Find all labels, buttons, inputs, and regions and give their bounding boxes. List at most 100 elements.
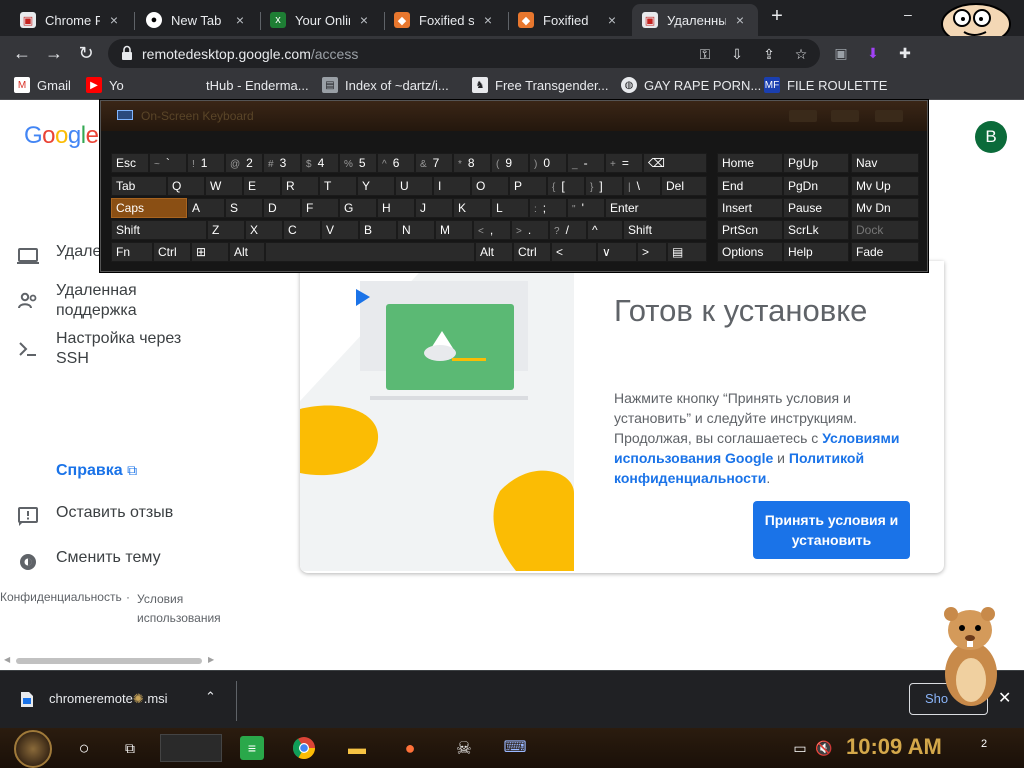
key-l[interactable]: L — [491, 198, 529, 218]
download-item[interactable]: chromeremote✺.msi — [49, 691, 168, 707]
footer-terms-link[interactable]: Условия использования — [137, 590, 227, 628]
key-row3-10[interactable]: :; — [529, 198, 567, 218]
feedback-item[interactable]: Оставить отзыв — [0, 503, 220, 529]
key-del[interactable]: Del — [661, 176, 707, 196]
key-pgdn[interactable]: PgDn — [783, 176, 849, 196]
keyboard-title-bar[interactable]: On-Screen Keyboard — [101, 101, 927, 131]
bookmark-gay[interactable]: ◍ GAY RAPE PORN... — [621, 76, 761, 94]
key-row3-11[interactable]: " ' — [567, 198, 605, 218]
key-n[interactable]: N — [397, 220, 435, 240]
scrollbar-thumb[interactable] — [16, 658, 202, 664]
chevron-up-icon[interactable]: ⌃ — [205, 689, 216, 705]
tab-chrome-remote[interactable]: ▣ Chrome Re × — [10, 4, 132, 36]
key-0[interactable]: ) 0 — [529, 153, 567, 173]
key-insert[interactable]: Insert — [717, 198, 783, 218]
key-home[interactable]: Home — [717, 153, 783, 173]
key-a[interactable]: A — [187, 198, 225, 218]
key-shift[interactable]: Shift — [111, 220, 207, 240]
volume-muted-icon[interactable]: 🔇 — [812, 736, 836, 760]
key-row2-13[interactable]: | \ — [623, 176, 661, 196]
key-row4-8[interactable]: <, — [473, 220, 511, 240]
key-mv-dn[interactable]: Mv Dn — [851, 198, 919, 218]
skull-icon[interactable]: ☠ — [452, 736, 476, 760]
bookmark-youtube[interactable]: ▶ Yo — [86, 76, 124, 94]
key-space[interactable] — [265, 242, 475, 262]
close-icon[interactable]: × — [356, 12, 372, 28]
key-2[interactable]: @2 — [225, 153, 263, 173]
key-o[interactable]: O — [471, 176, 509, 196]
key-x[interactable]: X — [245, 220, 283, 240]
close-icon[interactable]: × — [480, 12, 496, 28]
key-caps[interactable]: Caps — [111, 198, 187, 218]
sheets-app-icon[interactable]: ≡ — [240, 736, 264, 760]
key-j[interactable]: J — [415, 198, 453, 218]
key-row1-14[interactable]: ⌫ — [643, 153, 707, 173]
key-row2-11[interactable]: {[ — [547, 176, 585, 196]
close-keyboard-button[interactable] — [875, 110, 903, 122]
key-pgup[interactable]: PgUp — [783, 153, 849, 173]
bookmark-index[interactable]: ▤ Index of ~dartz/i... — [322, 76, 449, 94]
key-8[interactable]: * 8 — [453, 153, 491, 173]
key-i[interactable]: I — [433, 176, 471, 196]
bookmark-gmail[interactable]: M Gmail — [14, 76, 71, 94]
key-s[interactable]: S — [225, 198, 263, 218]
scroll-right-icon[interactable]: ▶ — [208, 655, 214, 664]
key-w[interactable]: W — [205, 176, 243, 196]
bookmark-github[interactable]: tHub - Enderma... — [206, 76, 309, 94]
key-m[interactable]: M — [435, 220, 473, 240]
notifications-icon[interactable]: 2 — [974, 738, 994, 758]
key-row1-1[interactable]: ~ ` — [149, 153, 187, 173]
theme-item[interactable]: Сменить тему — [0, 548, 220, 574]
extension-icon[interactable]: ▣ — [832, 44, 850, 62]
key-tab[interactable]: Tab — [111, 176, 167, 196]
key-row4-10[interactable]: ? / — [549, 220, 587, 240]
cortana-icon[interactable]: ○ — [72, 736, 96, 760]
key-pause[interactable]: Pause — [783, 198, 849, 218]
key-row4-9[interactable]: >. — [511, 220, 549, 240]
key-f[interactable]: F — [301, 198, 339, 218]
install-app-icon[interactable]: ⇩ — [728, 45, 746, 63]
start-button[interactable] — [14, 730, 52, 768]
minimize-keyboard-button[interactable] — [789, 110, 817, 122]
key-esc[interactable]: Esc — [111, 153, 149, 173]
accept-install-button[interactable]: Принять условия и установить — [753, 501, 910, 559]
key-enter[interactable]: Enter — [605, 198, 707, 218]
taskbar-search-box[interactable] — [160, 734, 222, 762]
key-v[interactable]: V — [321, 220, 359, 240]
key-end[interactable]: End — [717, 176, 783, 196]
nav-remote-support[interactable]: Удаленная поддержка — [0, 281, 220, 323]
key-nav[interactable]: Nav — [851, 153, 919, 173]
key-row5-9[interactable]: > — [637, 242, 667, 262]
tab-remote-active[interactable]: ▣ Удаленны × — [632, 4, 758, 36]
key-row2-12[interactable]: }] — [585, 176, 623, 196]
key-3[interactable]: #3 — [263, 153, 301, 173]
key-7[interactable]: & 7 — [415, 153, 453, 173]
tab-foxified[interactable]: ◆ Foxified × — [508, 4, 630, 36]
horizontal-scrollbar[interactable]: ◀ ▶ — [4, 655, 214, 665]
key-d[interactable]: D — [263, 198, 301, 218]
key-y[interactable]: Y — [357, 176, 395, 196]
share-icon[interactable]: ⇪ — [760, 45, 778, 63]
nav-ssh-setup[interactable]: Настройка через SSH — [0, 329, 220, 371]
key-ctrl[interactable]: Ctrl — [513, 242, 551, 262]
bookmark-free[interactable]: ♞ Free Transgender... — [472, 76, 608, 94]
key-alt[interactable]: Alt — [475, 242, 513, 262]
on-screen-keyboard-icon[interactable]: ⌨ — [503, 736, 527, 760]
key-b[interactable]: B — [359, 220, 397, 240]
key-row5-7[interactable]: < — [551, 242, 597, 262]
key-1[interactable]: ! 1 — [187, 153, 225, 173]
new-tab-button[interactable]: + — [766, 6, 788, 28]
forward-arrow-icon[interactable]: → — [42, 41, 66, 65]
key-row1-12[interactable]: _ - — [567, 153, 605, 173]
bookmark-star-icon[interactable]: ☆ — [792, 45, 810, 63]
key-5[interactable]: % 5 — [339, 153, 377, 173]
key-9[interactable]: (9 — [491, 153, 529, 173]
key-row5-8[interactable]: ∨ — [597, 242, 637, 262]
help-link[interactable]: Справка ⧉ — [56, 462, 137, 480]
chrome-icon[interactable] — [292, 736, 316, 760]
key-t[interactable]: T — [319, 176, 357, 196]
key-r[interactable]: R — [281, 176, 319, 196]
footer-privacy-link[interactable]: Конфиденциальность — [0, 590, 122, 604]
key-fn[interactable]: Fn — [111, 242, 153, 262]
key-dock[interactable]: Dock — [851, 220, 919, 240]
